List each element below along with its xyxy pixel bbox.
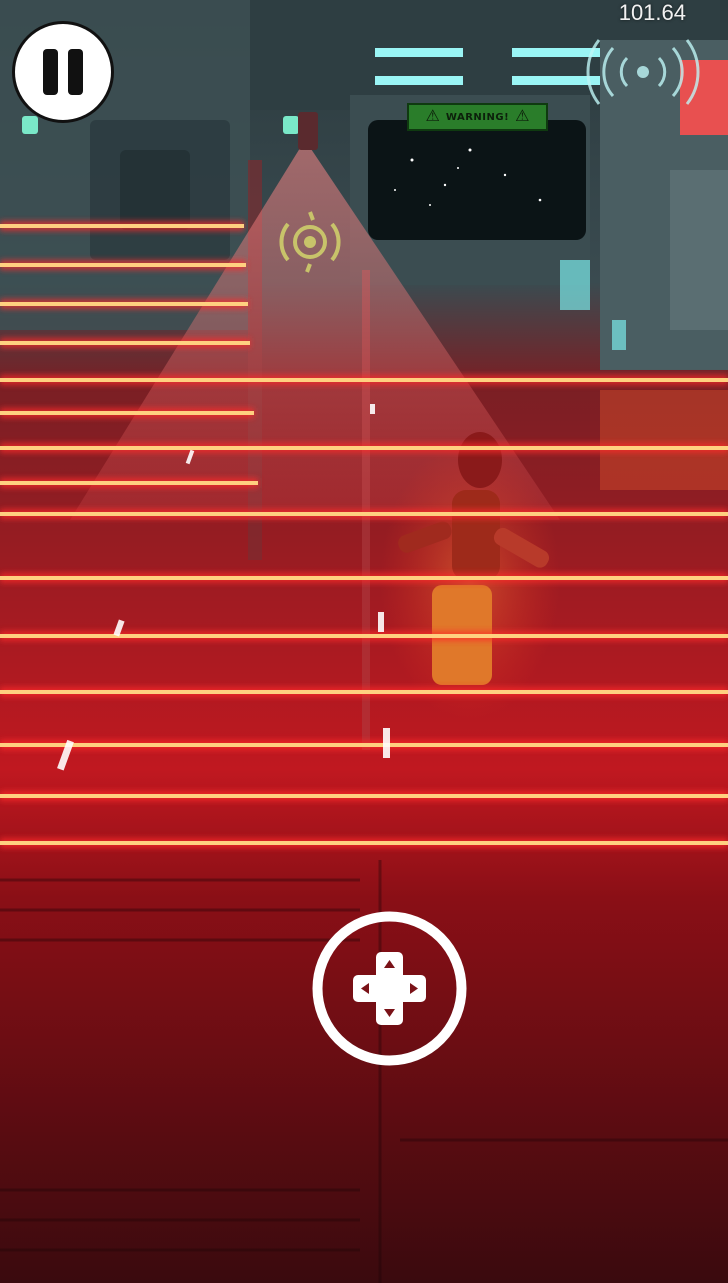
game-scene	[0, 0, 728, 1283]
searchlight-camera	[298, 112, 318, 150]
warning-triangle-icon: ⚠	[515, 108, 530, 125]
laser-beam	[0, 690, 728, 694]
warning-sign-label: WARNING!	[445, 111, 510, 123]
laser-beam	[0, 841, 728, 845]
move-joystick-button[interactable]	[311, 910, 468, 1067]
laser-beam	[0, 634, 728, 638]
laser-beam	[0, 378, 728, 382]
pause-icon	[43, 49, 83, 95]
laser-beam	[0, 446, 728, 450]
laser-beam	[0, 411, 254, 415]
laser-beam	[0, 743, 728, 747]
laser-beam	[0, 794, 728, 798]
laser-beam	[0, 263, 246, 267]
timer: 101.64	[618, 0, 686, 25]
laser-beam	[0, 302, 248, 306]
laser-beam	[0, 481, 258, 485]
warning-sign: ⚠ WARNING! ⚠	[407, 103, 548, 131]
pause-button[interactable]	[12, 21, 114, 123]
laser-beam	[0, 512, 728, 516]
laser-beam	[0, 224, 244, 228]
laser-beam	[0, 341, 250, 345]
dpad-icon	[312, 911, 467, 1066]
laser-beam	[0, 576, 728, 580]
warning-triangle-icon: ⚠	[425, 108, 440, 125]
